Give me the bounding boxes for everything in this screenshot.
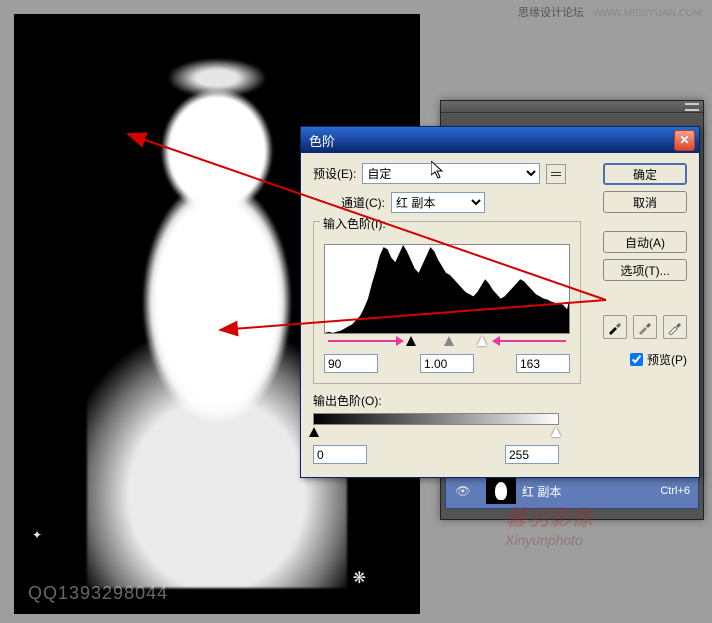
panel-menu-icon[interactable] xyxy=(685,103,699,111)
preset-select[interactable]: 自定 xyxy=(362,163,540,184)
eyedropper-icon xyxy=(637,319,653,335)
levels-dialog: 色阶 ✕ 预设(E): 自定 通道(C): 红 副本 输入色阶(I): xyxy=(300,126,700,478)
output-high-slider[interactable] xyxy=(551,427,561,437)
input-slider-track[interactable] xyxy=(324,336,570,350)
ok-button[interactable]: 确定 xyxy=(603,163,687,185)
preset-label: 预设(E): xyxy=(313,165,356,182)
input-levels-group: 输入色阶(I): xyxy=(313,221,581,384)
close-icon: ✕ xyxy=(679,133,689,147)
channel-select[interactable]: 红 副本 xyxy=(391,192,485,213)
dialog-title: 色阶 xyxy=(309,131,674,150)
channel-shortcut: Ctrl+6 xyxy=(660,485,690,497)
visibility-eye-icon[interactable]: 👁 xyxy=(446,484,480,498)
black-point-eyedropper[interactable] xyxy=(603,315,627,339)
site-name: 思缘设计论坛 xyxy=(518,7,584,19)
eyedropper-icon xyxy=(607,319,623,335)
qq-watermark: QQ1393298044 xyxy=(28,583,168,604)
output-high-input[interactable] xyxy=(505,445,559,464)
output-low-slider[interactable] xyxy=(309,427,319,437)
channel-name: 红 副本 xyxy=(522,483,561,500)
options-button[interactable]: 选项(T)... xyxy=(603,259,687,281)
close-button[interactable]: ✕ xyxy=(674,130,695,151)
output-low-input[interactable] xyxy=(313,445,367,464)
output-levels-label: 输出色阶(O): xyxy=(313,392,687,409)
site-url: WWW.MISSYUAN.COM xyxy=(593,8,702,19)
midtone-slider[interactable] xyxy=(444,336,454,346)
flower-decoration: ❋ xyxy=(353,568,366,588)
shadow-slider[interactable] xyxy=(406,336,416,346)
eyedropper-icon xyxy=(667,319,683,335)
white-point-eyedropper[interactable] xyxy=(663,315,687,339)
menu-lines-icon xyxy=(551,172,561,176)
dialog-titlebar[interactable]: 色阶 ✕ xyxy=(301,127,699,153)
cancel-button[interactable]: 取消 xyxy=(603,191,687,213)
channel-label: 通道(C): xyxy=(341,194,385,211)
center-watermark: 馨羽影像 Xinyunphoto xyxy=(505,500,593,548)
output-slider-track[interactable] xyxy=(313,427,559,441)
gray-point-eyedropper[interactable] xyxy=(633,315,657,339)
histogram xyxy=(324,244,570,334)
shadow-input[interactable] xyxy=(324,354,378,373)
highlight-slider[interactable] xyxy=(477,336,487,346)
preset-menu-button[interactable] xyxy=(546,164,566,184)
preview-label[interactable]: 预览(P) xyxy=(647,351,687,368)
input-levels-label: 输入色阶(I): xyxy=(320,215,389,232)
annotation-arrow xyxy=(494,340,566,342)
midtone-input[interactable] xyxy=(420,354,474,373)
preview-checkbox[interactable] xyxy=(630,353,643,366)
highlight-input[interactable] xyxy=(516,354,570,373)
auto-button[interactable]: 自动(A) xyxy=(603,231,687,253)
output-gradient xyxy=(313,413,559,425)
flower-decoration: ✦ xyxy=(32,528,42,542)
channels-panel-header[interactable] xyxy=(441,101,703,113)
annotation-arrow xyxy=(328,340,402,342)
